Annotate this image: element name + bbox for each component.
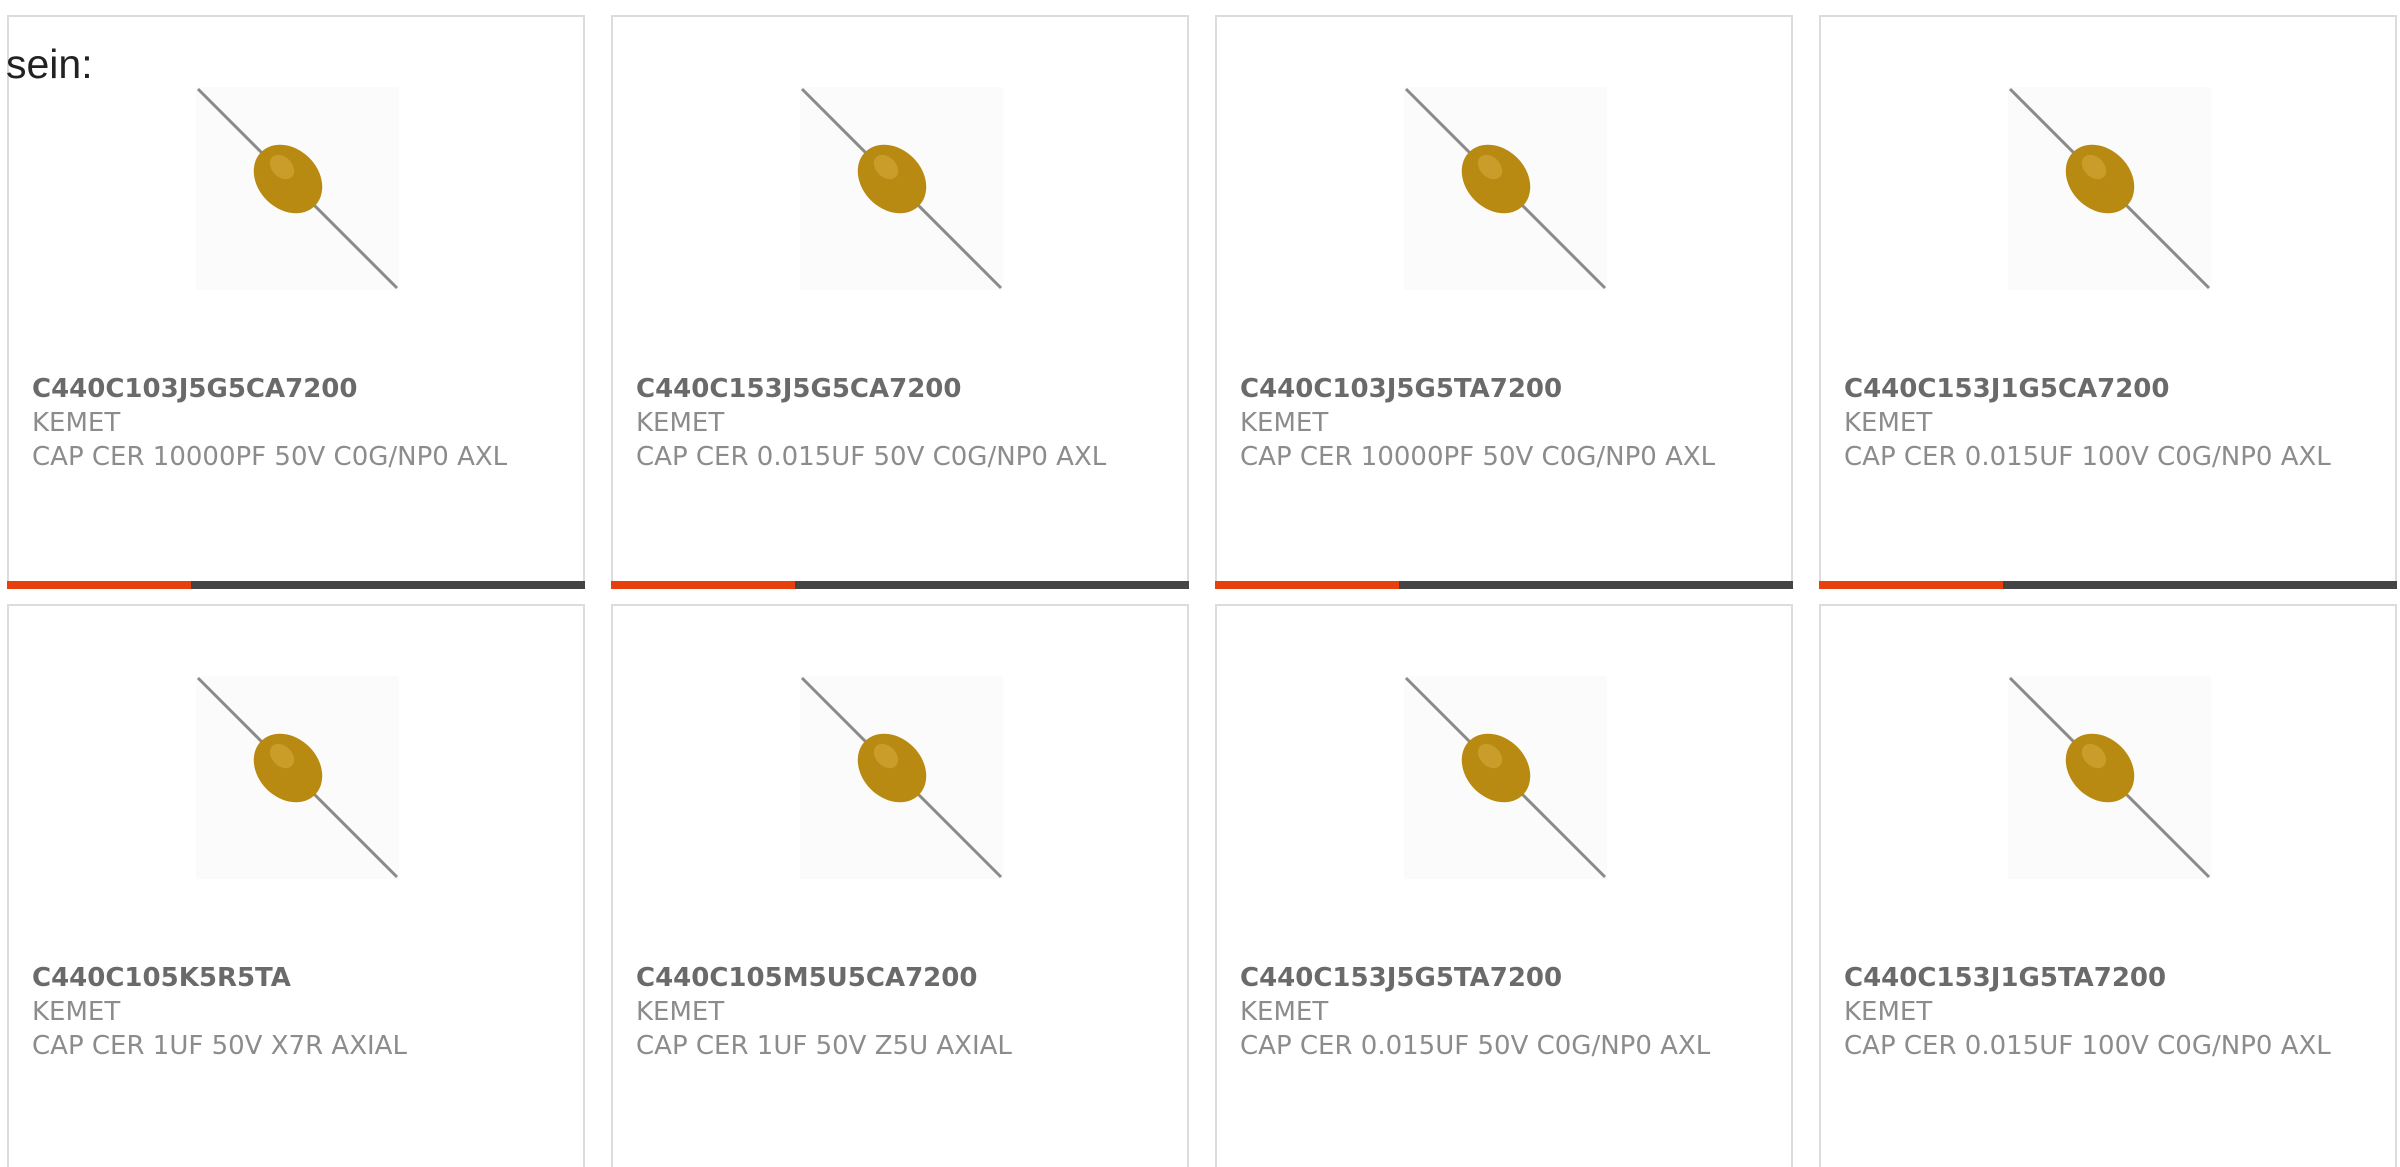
card-accent-bar bbox=[611, 581, 795, 589]
part-number[interactable]: C440C153J5G5CA7200 bbox=[636, 372, 1167, 406]
axial-ceramic-capacitor-icon bbox=[1404, 87, 1607, 290]
product-image[interactable] bbox=[1404, 676, 1607, 879]
product-image[interactable] bbox=[1404, 87, 1607, 290]
axial-ceramic-capacitor-icon bbox=[1404, 676, 1607, 879]
axial-ceramic-capacitor-icon bbox=[800, 87, 1003, 290]
card-bottom-bar bbox=[1819, 581, 2397, 589]
part-number[interactable]: C440C105M5U5CA7200 bbox=[636, 961, 1167, 995]
description: CAP CER 10000PF 50V C0G/NP0 AXL bbox=[32, 442, 508, 472]
axial-ceramic-capacitor-icon bbox=[800, 676, 1003, 879]
description: CAP CER 1UF 50V Z5U AXIAL bbox=[636, 1031, 1012, 1061]
axial-ceramic-capacitor-icon bbox=[196, 87, 399, 290]
card-accent-bar bbox=[1215, 581, 1399, 589]
description: CAP CER 10000PF 50V C0G/NP0 AXL bbox=[1240, 442, 1716, 472]
product-card[interactable]: C440C105M5U5CA7200 KEMET CAP CER 1UF 50V… bbox=[611, 604, 1189, 1167]
product-image[interactable] bbox=[196, 87, 399, 290]
part-number[interactable]: C440C153J5G5TA7200 bbox=[1240, 961, 1771, 995]
part-number[interactable]: C440C153J1G5CA7200 bbox=[1844, 372, 2375, 406]
manufacturer: KEMET bbox=[32, 997, 121, 1027]
manufacturer: KEMET bbox=[636, 408, 725, 438]
description: CAP CER 0.015UF 100V C0G/NP0 AXL bbox=[1844, 442, 2331, 472]
product-image[interactable] bbox=[2008, 87, 2211, 290]
axial-ceramic-capacitor-icon bbox=[2008, 676, 2211, 879]
product-card[interactable]: C440C105K5R5TA KEMET CAP CER 1UF 50V X7R… bbox=[7, 604, 585, 1167]
card-accent-bar bbox=[7, 581, 191, 589]
product-info: C440C105K5R5TA KEMET CAP CER 1UF 50V X7R… bbox=[32, 961, 563, 1063]
product-card[interactable]: C440C153J5G5TA7200 KEMET CAP CER 0.015UF… bbox=[1215, 604, 1793, 1167]
lead-text: sein: bbox=[6, 41, 93, 87]
description: CAP CER 1UF 50V X7R AXIAL bbox=[32, 1031, 407, 1061]
description: CAP CER 0.015UF 100V C0G/NP0 AXL bbox=[1844, 1031, 2331, 1061]
card-bottom-bar bbox=[7, 581, 585, 589]
card-bottom-bar bbox=[1215, 581, 1793, 589]
axial-ceramic-capacitor-icon bbox=[196, 676, 399, 879]
manufacturer: KEMET bbox=[1844, 408, 1933, 438]
manufacturer: KEMET bbox=[32, 408, 121, 438]
card-accent-bar bbox=[1819, 581, 2003, 589]
product-info: C440C105M5U5CA7200 KEMET CAP CER 1UF 50V… bbox=[636, 961, 1167, 1063]
description: CAP CER 0.015UF 50V C0G/NP0 AXL bbox=[636, 442, 1107, 472]
manufacturer: KEMET bbox=[636, 997, 725, 1027]
product-info: C440C103J5G5TA7200 KEMET CAP CER 10000PF… bbox=[1240, 372, 1771, 474]
description: CAP CER 0.015UF 50V C0G/NP0 AXL bbox=[1240, 1031, 1711, 1061]
product-info: C440C153J1G5CA7200 KEMET CAP CER 0.015UF… bbox=[1844, 372, 2375, 474]
product-info: C440C153J5G5TA7200 KEMET CAP CER 0.015UF… bbox=[1240, 961, 1771, 1063]
product-info: C440C153J1G5TA7200 KEMET CAP CER 0.015UF… bbox=[1844, 961, 2375, 1063]
product-card[interactable]: C440C153J1G5TA7200 KEMET CAP CER 0.015UF… bbox=[1819, 604, 2397, 1167]
product-image[interactable] bbox=[2008, 676, 2211, 879]
part-number[interactable]: C440C103J5G5CA7200 bbox=[32, 372, 563, 406]
product-card[interactable]: C440C103J5G5TA7200 KEMET CAP CER 10000PF… bbox=[1215, 15, 1793, 589]
product-card[interactable]: C440C103J5G5CA7200 KEMET CAP CER 10000PF… bbox=[7, 15, 585, 589]
manufacturer: KEMET bbox=[1240, 408, 1329, 438]
product-card[interactable]: C440C153J5G5CA7200 KEMET CAP CER 0.015UF… bbox=[611, 15, 1189, 589]
product-info: C440C153J5G5CA7200 KEMET CAP CER 0.015UF… bbox=[636, 372, 1167, 474]
product-image[interactable] bbox=[196, 676, 399, 879]
product-image[interactable] bbox=[800, 676, 1003, 879]
part-number[interactable]: C440C105K5R5TA bbox=[32, 961, 563, 995]
manufacturer: KEMET bbox=[1240, 997, 1329, 1027]
product-info: C440C103J5G5CA7200 KEMET CAP CER 10000PF… bbox=[32, 372, 563, 474]
product-card[interactable]: C440C153J1G5CA7200 KEMET CAP CER 0.015UF… bbox=[1819, 15, 2397, 589]
part-number[interactable]: C440C153J1G5TA7200 bbox=[1844, 961, 2375, 995]
product-image[interactable] bbox=[800, 87, 1003, 290]
manufacturer: KEMET bbox=[1844, 997, 1933, 1027]
axial-ceramic-capacitor-icon bbox=[2008, 87, 2211, 290]
card-bottom-bar bbox=[611, 581, 1189, 589]
part-number[interactable]: C440C103J5G5TA7200 bbox=[1240, 372, 1771, 406]
